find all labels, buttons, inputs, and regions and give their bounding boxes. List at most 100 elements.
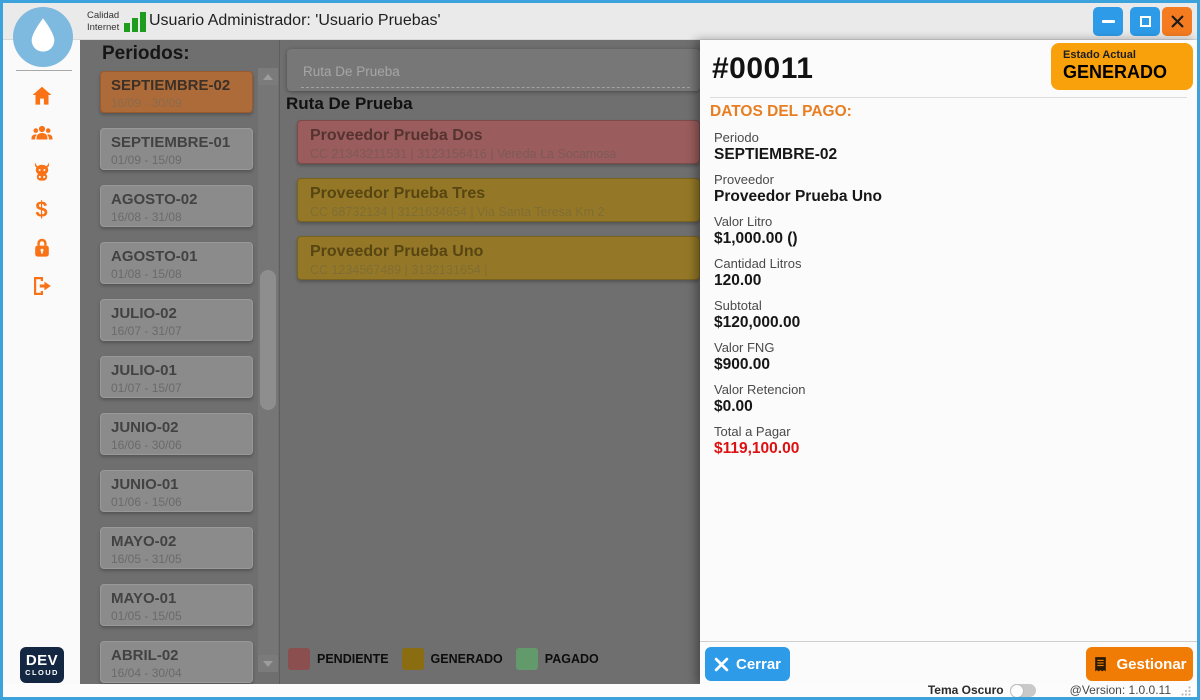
period-name: AGOSTO-02	[111, 191, 242, 209]
sidebar-item-payments[interactable]: $	[28, 198, 56, 222]
sidebar: $ DEV CLOUD	[3, 40, 80, 684]
minimize-button[interactable]	[1093, 7, 1123, 36]
period-name: SEPTIEMBRE-01	[111, 134, 242, 152]
dimmed-content-region: Periodos: SEPTIEMBRE-02 16/09 - 30/09 SE…	[80, 40, 700, 684]
provider-details: CC 1234567489 | 3132131654 |	[310, 263, 687, 277]
period-card[interactable]: JUNIO-01 01/06 - 15/06	[100, 470, 253, 512]
field-row: Total a Pagar $119,100.00	[714, 424, 1174, 458]
period-card[interactable]: SEPTIEMBRE-01 01/09 - 15/09	[100, 128, 253, 170]
brand-line1: DEV	[26, 653, 58, 668]
provider-name: Proveedor Prueba Tres	[310, 185, 687, 203]
minimize-icon	[1102, 20, 1115, 23]
panel-divider	[279, 40, 280, 684]
period-card[interactable]: AGOSTO-01 01/08 - 15/08	[100, 242, 253, 284]
period-name: JUNIO-02	[111, 419, 242, 437]
footer-divider	[700, 641, 1197, 642]
period-card[interactable]: MAYO-02 16/05 - 31/05	[100, 527, 253, 569]
app-logo	[13, 7, 73, 67]
manage-button[interactable]: Gestionar	[1086, 647, 1193, 681]
sidebar-item-livestock[interactable]	[28, 160, 56, 184]
chevron-down-icon	[263, 661, 273, 667]
legend-label: GENERADO	[431, 652, 503, 666]
period-card[interactable]: AGOSTO-02 16/08 - 31/08	[100, 185, 253, 227]
sidebar-item-logout[interactable]	[28, 274, 56, 298]
field-row: Valor Retencion $0.00	[714, 382, 1174, 416]
field-label: Subtotal	[714, 298, 1174, 313]
logo-divider	[16, 70, 72, 71]
lock-icon	[30, 236, 54, 260]
logout-icon	[30, 274, 54, 298]
period-name: JULIO-01	[111, 362, 242, 380]
receipt-icon	[1092, 656, 1109, 673]
providers-list: Proveedor Prueba Dos CC 21343211531 | 31…	[297, 120, 700, 294]
legend-item: GENERADO	[402, 648, 503, 670]
route-search-input[interactable]	[301, 55, 690, 88]
provider-details: CC 68732134 | 3121634654 | Via Santa Ter…	[310, 205, 687, 219]
scroll-up-button[interactable]	[258, 68, 278, 85]
legend-item: PENDIENTE	[288, 648, 389, 670]
period-name: MAYO-01	[111, 590, 242, 608]
cow-icon	[30, 160, 54, 184]
legend-label: PENDIENTE	[317, 652, 389, 666]
legend-swatch	[288, 648, 310, 670]
brand-badge: DEV CLOUD	[20, 647, 64, 683]
resize-grip-icon[interactable]	[1181, 686, 1191, 696]
field-value: $120,000.00	[714, 314, 1174, 332]
maximize-button[interactable]	[1130, 7, 1160, 36]
period-range: 01/05 - 15/05	[111, 609, 242, 623]
field-label: Total a Pagar	[714, 424, 1174, 439]
sidebar-item-users[interactable]	[28, 122, 56, 146]
maximize-icon	[1140, 16, 1151, 27]
field-value: $1,000.00 ()	[714, 230, 1174, 248]
period-card[interactable]: ABRIL-02 16/04 - 30/04	[100, 641, 253, 683]
status-badge: Estado Actual GENERADO	[1051, 43, 1193, 90]
sidebar-item-security[interactable]	[28, 236, 56, 260]
field-row: Subtotal $120,000.00	[714, 298, 1174, 332]
payment-id: #00011	[712, 52, 813, 86]
legend-swatch	[402, 648, 424, 670]
theme-label: Tema Oscuro	[928, 684, 1004, 697]
brand-line2: CLOUD	[25, 668, 59, 677]
field-value: Proveedor Prueba Uno	[714, 188, 1174, 206]
bottom-bar: Tema Oscuro @Version: 1.0.0.11	[3, 684, 1197, 697]
users-icon	[29, 122, 55, 146]
route-search-card	[287, 49, 700, 91]
periods-scrollbar-thumb[interactable]	[260, 270, 276, 410]
toggle-knob	[1010, 684, 1024, 698]
period-card[interactable]: JUNIO-02 16/06 - 30/06	[100, 413, 253, 455]
field-value: $900.00	[714, 356, 1174, 374]
period-card[interactable]: JULIO-01 01/07 - 15/07	[100, 356, 253, 398]
period-range: 16/07 - 31/07	[111, 324, 242, 338]
legend-label: PAGADO	[545, 652, 599, 666]
field-value: SEPTIEMBRE-02	[714, 146, 1174, 164]
period-card[interactable]: SEPTIEMBRE-02 16/09 - 30/09	[100, 71, 253, 113]
provider-card[interactable]: Proveedor Prueba Uno CC 1234567489 | 313…	[297, 236, 700, 280]
field-row: Proveedor Proveedor Prueba Uno	[714, 172, 1174, 206]
field-label: Valor Litro	[714, 214, 1174, 229]
period-name: JUNIO-01	[111, 476, 242, 494]
field-label: Valor Retencion	[714, 382, 1174, 397]
sidebar-nav: $	[3, 84, 80, 298]
theme-toggle[interactable]	[1010, 684, 1036, 697]
field-row: Valor Litro $1,000.00 ()	[714, 214, 1174, 248]
titlebar: Calidad Internet Usuario Administrador: …	[3, 3, 1197, 40]
period-card[interactable]: MAYO-01 01/05 - 15/05	[100, 584, 253, 626]
provider-card[interactable]: Proveedor Prueba Dos CC 21343211531 | 31…	[297, 120, 700, 164]
payment-fields: Periodo SEPTIEMBRE-02 Proveedor Proveedo…	[714, 122, 1174, 458]
close-icon	[1171, 15, 1184, 28]
sidebar-item-home[interactable]	[28, 84, 56, 108]
payment-detail-panel: #00011 Estado Actual GENERADO DATOS DEL …	[700, 40, 1197, 684]
close-dialog-button[interactable]: Cerrar	[705, 647, 790, 681]
provider-details: CC 21343211531 | 3123156416 | Vereda La …	[310, 147, 687, 161]
field-row: Valor FNG $900.00	[714, 340, 1174, 374]
window-title: Usuario Administrador: 'Usuario Pruebas'	[149, 12, 441, 30]
period-range: 16/09 - 30/09	[111, 96, 242, 110]
version-text: @Version: 1.0.0.11	[1070, 684, 1171, 697]
period-card[interactable]: JULIO-02 16/07 - 31/07	[100, 299, 253, 341]
scroll-down-button[interactable]	[258, 655, 278, 672]
provider-card[interactable]: Proveedor Prueba Tres CC 68732134 | 3121…	[297, 178, 700, 222]
field-label: Valor FNG	[714, 340, 1174, 355]
periods-list: SEPTIEMBRE-02 16/09 - 30/09 SEPTIEMBRE-0…	[100, 71, 253, 684]
close-window-button[interactable]	[1162, 7, 1192, 36]
app-window: Calidad Internet Usuario Administrador: …	[0, 0, 1200, 700]
